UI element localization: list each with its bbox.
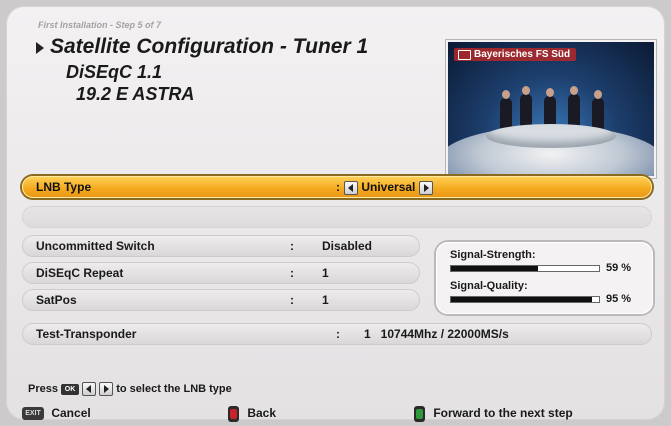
exit-key-icon: EXIT: [22, 407, 44, 421]
lnb-type-row[interactable]: LNB Type : Universal: [22, 176, 652, 198]
diseqc-repeat-label: DiSEqC Repeat: [36, 266, 124, 280]
signal-strength-label: Signal-Strength:: [450, 249, 536, 261]
test-transponder-row[interactable]: Test-Transponder : 1 10744Mhz / 22000MS/…: [22, 323, 652, 345]
signal-strength-percent: 59 %: [606, 262, 632, 274]
signal-strength-bar: [450, 265, 600, 272]
arrow-left-icon[interactable]: [344, 180, 358, 195]
page-title: Satellite Configuration - Tuner 1: [50, 35, 369, 58]
satpos-row[interactable]: SatPos : 1: [22, 289, 420, 311]
back-label: Back: [247, 406, 277, 421]
hint-press: Press: [28, 382, 58, 395]
signal-strength-fill: [451, 266, 539, 271]
diseqc-mode: DiSEqC 1.1: [66, 62, 163, 82]
test-transponder-label: Test-Transponder: [36, 327, 137, 341]
channel-name: Bayerisches FS Süd: [474, 49, 571, 60]
title-arrow-icon: [36, 42, 44, 54]
uncommitted-switch-value: Disabled: [322, 239, 373, 253]
forward-button[interactable]: Forward to the next step: [414, 406, 573, 422]
signal-quality-percent: 95 %: [606, 293, 632, 305]
presenter-figure: [568, 86, 580, 128]
signal-quality-label: Signal-Quality:: [450, 280, 528, 292]
presenter-figure: [520, 86, 532, 128]
uncommitted-switch-label: Uncommitted Switch: [36, 239, 155, 253]
channel-badge: Bayerisches FS Süd: [454, 48, 577, 61]
signal-panel: Signal-Strength: 59 % Signal-Quality: 95…: [436, 242, 653, 314]
signal-quality-fill: [451, 297, 592, 302]
cancel-button[interactable]: EXIT Cancel: [22, 406, 91, 421]
forward-label: Forward to the next step: [433, 406, 573, 421]
cancel-label: Cancel: [51, 406, 91, 420]
lnb-type-value-group: Universal: [344, 176, 433, 198]
tv-icon: [458, 50, 471, 60]
lnb-type-label: LNB Type: [36, 180, 92, 194]
ok-key-icon: OK: [61, 383, 80, 395]
arrow-left-key-icon: [82, 382, 97, 396]
lnb-type-value: Universal: [361, 180, 416, 194]
satpos-label: SatPos: [36, 293, 77, 307]
green-key-icon: [414, 406, 425, 422]
uncommitted-switch-sep: :: [290, 239, 294, 253]
arrow-right-icon[interactable]: [418, 180, 433, 195]
satellite-name: 19.2 E ASTRA: [76, 84, 195, 104]
arrow-right-key-icon: [99, 382, 114, 396]
uncommitted-switch-row[interactable]: Uncommitted Switch : Disabled: [22, 235, 420, 257]
diseqc-repeat-sep: :: [290, 266, 294, 280]
step-indicator: First Installation - Step 5 of 7: [38, 20, 162, 30]
installation-panel: First Installation - Step 5 of 7 Satelli…: [6, 6, 665, 422]
diseqc-repeat-value: 1: [322, 266, 329, 280]
lnb-type-sep: :: [336, 180, 340, 194]
studio-desk: [486, 124, 616, 148]
signal-quality-bar: [450, 296, 600, 303]
key-hint: Press OK to select the LNB type: [28, 382, 232, 396]
inactive-row: [22, 206, 652, 228]
back-button[interactable]: Back: [228, 406, 276, 422]
diseqc-repeat-row[interactable]: DiSEqC Repeat : 1: [22, 262, 420, 284]
red-key-icon: [228, 406, 239, 422]
test-transponder-sep: :: [336, 327, 340, 341]
satpos-sep: :: [290, 293, 294, 307]
hint-text: to select the LNB type: [116, 382, 232, 395]
test-transponder-value: 1 10744Mhz / 22000MS/s: [364, 327, 509, 341]
tv-preview: Bayerisches FS Süd: [446, 40, 656, 178]
satpos-value: 1: [322, 293, 329, 307]
